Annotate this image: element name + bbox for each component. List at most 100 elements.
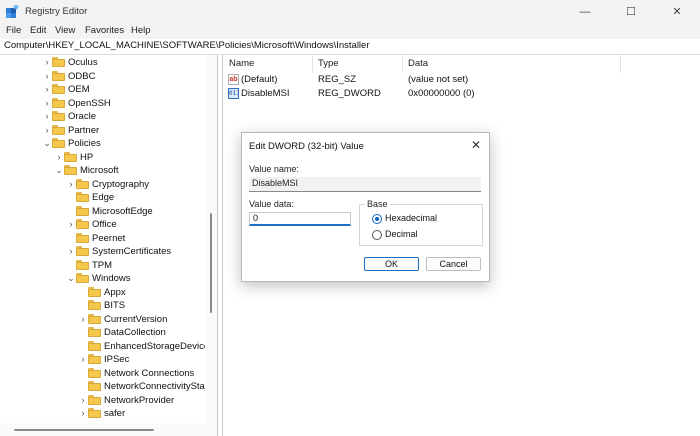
- value-data-input[interactable]: 0: [249, 212, 351, 226]
- chevron-down-icon[interactable]: ⌄: [43, 137, 51, 150]
- tree-item-label: CurrentVersion: [104, 313, 168, 325]
- maximize-button[interactable]: ☐: [608, 0, 654, 24]
- tree-item[interactable]: › OpenSSH: [0, 97, 205, 110]
- folder-icon: [64, 165, 77, 175]
- value-row-default[interactable]: ab (Default) REG_SZ (value not set): [223, 73, 700, 87]
- tree-item[interactable]: EnhancedStorageDevices: [0, 340, 214, 353]
- chevron-right-icon[interactable]: ›: [67, 178, 75, 191]
- tree-item[interactable]: › Oculus: [0, 56, 205, 69]
- tree-item-label: Microsoft: [80, 165, 119, 176]
- hexadecimal-radio[interactable]: [372, 214, 382, 224]
- folder-icon: [76, 259, 89, 270]
- menu-file[interactable]: File: [6, 25, 21, 36]
- menu-edit[interactable]: Edit: [30, 25, 46, 36]
- value-data: 0x00000000 (0): [408, 88, 475, 99]
- chevron-right-icon[interactable]: ›: [67, 245, 75, 258]
- value-name: (Default): [241, 74, 278, 85]
- chevron-right-icon[interactable]: ›: [43, 56, 51, 69]
- tree-item[interactable]: › ODBC: [0, 70, 205, 83]
- value-data-label: Value data:: [249, 199, 294, 209]
- ok-button[interactable]: OK: [364, 257, 419, 271]
- tree-item[interactable]: › safer: [0, 407, 205, 420]
- tree-item-label: Oculus: [68, 57, 98, 68]
- chevron-right-icon[interactable]: ›: [43, 97, 51, 110]
- chevron-right-icon[interactable]: ›: [43, 70, 51, 83]
- address-bar[interactable]: Computer\HKEY_LOCAL_MACHINE\SOFTWARE\Pol…: [0, 39, 700, 55]
- folder-icon: [52, 111, 65, 121]
- chevron-right-icon[interactable]: ›: [43, 83, 51, 96]
- tree-item[interactable]: MicrosoftEdge: [0, 205, 205, 218]
- close-button[interactable]: ✕: [654, 0, 700, 24]
- chevron-right-icon[interactable]: ›: [43, 124, 51, 137]
- column-header-type[interactable]: Type: [318, 58, 339, 69]
- tree-item[interactable]: › Cryptography: [0, 178, 205, 191]
- tree-item-label: OpenSSH: [68, 97, 111, 109]
- menu-favorites[interactable]: Favorites: [85, 25, 124, 36]
- tree-horizontal-scrollbar[interactable]: [0, 423, 205, 436]
- tree-vertical-scrollbar[interactable]: [205, 55, 217, 436]
- tree-item-label: HP: [80, 151, 94, 163]
- hexadecimal-label[interactable]: Hexadecimal: [385, 213, 437, 223]
- tree-item[interactable]: Network Connections: [0, 367, 205, 380]
- chevron-right-icon[interactable]: ›: [79, 313, 87, 326]
- column-separator[interactable]: [402, 55, 403, 73]
- tree-item-label: Network Connections: [104, 367, 195, 379]
- column-separator[interactable]: [312, 55, 313, 73]
- tree-item-label: Appx: [104, 286, 126, 298]
- tree-item-label: IPSec: [104, 354, 130, 365]
- tree-item[interactable]: DataCollection: [0, 326, 205, 339]
- tree-item[interactable]: NetworkConnectivityStat: [0, 380, 207, 393]
- chevron-right-icon[interactable]: ›: [79, 353, 87, 366]
- cancel-button[interactable]: Cancel: [426, 257, 481, 271]
- tree-item-label: DataCollection: [104, 327, 166, 338]
- chevron-right-icon[interactable]: ›: [55, 151, 63, 164]
- tree-vertical-scroll-thumb[interactable]: [210, 213, 212, 313]
- folder-icon: [88, 381, 101, 391]
- chevron-right-icon[interactable]: ›: [79, 407, 87, 420]
- chevron-right-icon[interactable]: ›: [79, 394, 87, 407]
- tree-item[interactable]: › NetworkProvider: [0, 394, 205, 407]
- tree-item[interactable]: Peernet: [0, 232, 205, 245]
- folder-icon: [76, 178, 89, 189]
- chevron-right-icon[interactable]: ›: [67, 218, 75, 231]
- column-separator[interactable]: [620, 55, 621, 73]
- tree-item[interactable]: › OEM: [0, 83, 205, 96]
- tree-item[interactable]: › Partner: [0, 124, 205, 137]
- value-row-disablemsi[interactable]: 011 DisableMSI REG_DWORD 0x00000000 (0): [223, 87, 700, 101]
- tree-item[interactable]: Appx: [0, 286, 205, 299]
- decimal-radio[interactable]: [372, 230, 382, 240]
- tree-item[interactable]: ⌄ Policies: [0, 137, 205, 150]
- registry-tree[interactable]: › safer › NetworkProvider NetworkConnectivit…: [0, 55, 218, 436]
- dialog-close-button[interactable]: ✕: [465, 135, 487, 155]
- chevron-down-icon[interactable]: ⌄: [55, 164, 63, 177]
- chevron-down-icon[interactable]: ⌄: [67, 272, 75, 285]
- tree-item-label: Partner: [68, 124, 100, 136]
- tree-item[interactable]: › Oracle: [0, 110, 205, 123]
- tree-horizontal-scroll-thumb[interactable]: [14, 429, 154, 431]
- tree-item[interactable]: › SystemCertificates: [0, 245, 205, 258]
- tree-item-label: EnhancedStorageDevices: [104, 340, 214, 352]
- column-header-name[interactable]: Name: [229, 58, 254, 69]
- tree-item[interactable]: Edge: [0, 191, 205, 204]
- tree-item[interactable]: BITS: [0, 299, 205, 312]
- tree-item-label: Policies: [68, 138, 101, 149]
- tree-item-label: Peernet: [92, 232, 126, 244]
- value-type: REG_DWORD: [318, 88, 381, 99]
- decimal-label[interactable]: Decimal: [385, 229, 418, 239]
- folder-icon: [88, 327, 101, 337]
- edit-dword-dialog: Edit DWORD (32-bit) Value ✕ Value name: …: [241, 132, 490, 282]
- folder-icon: [76, 246, 89, 256]
- menu-view[interactable]: View: [55, 25, 75, 36]
- menu-help[interactable]: Help: [131, 25, 151, 36]
- tree-item[interactable]: › IPSec: [0, 353, 205, 366]
- tree-item[interactable]: › CurrentVersion: [0, 313, 205, 326]
- tree-item[interactable]: ⌄ Microsoft: [0, 164, 205, 177]
- tree-item[interactable]: › Office: [0, 218, 205, 231]
- tree-item[interactable]: › HP: [0, 151, 205, 164]
- tree-item[interactable]: TPM: [0, 259, 205, 272]
- tree-item-label: safer: [104, 408, 126, 419]
- chevron-right-icon[interactable]: ›: [43, 110, 51, 123]
- minimize-button[interactable]: —: [562, 0, 608, 24]
- tree-item[interactable]: ⌄ Windows: [0, 272, 205, 285]
- column-header-data[interactable]: Data: [408, 58, 428, 69]
